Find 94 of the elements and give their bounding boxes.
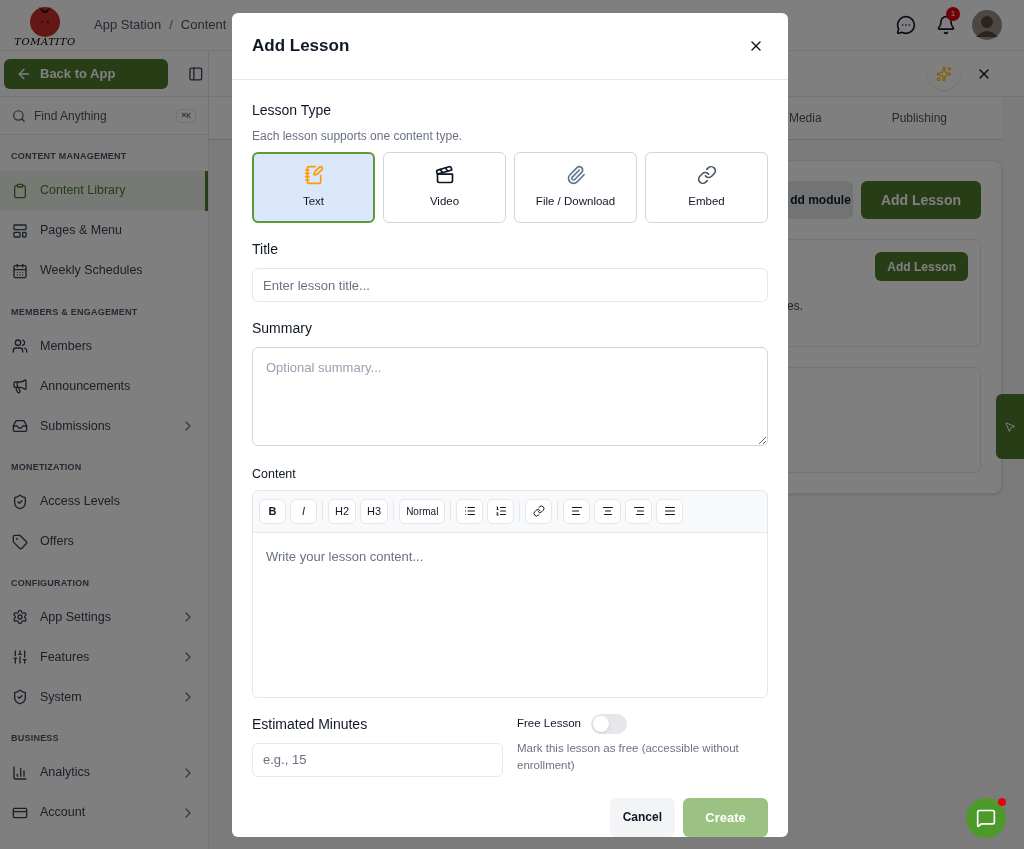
shield-icon — [12, 689, 28, 705]
field-label: Lesson Type — [252, 101, 333, 120]
sidebar-item[interactable]: Weekly Schedules — [0, 250, 208, 291]
sidebar-item[interactable]: Content Library — [0, 170, 208, 211]
sidebar-toggle-icon[interactable] — [188, 65, 204, 82]
bar-chart-icon — [12, 764, 28, 781]
breadcrumb-link[interactable]: Content — [180, 15, 227, 35]
shortcut-key: ⌘K — [176, 108, 196, 123]
toggle-label: Free Lesson — [517, 716, 581, 732]
sidebar-item[interactable]: Offers — [0, 521, 208, 562]
bold-button[interactable]: B — [259, 498, 286, 524]
format-button[interactable]: Normal — [399, 498, 446, 524]
numbered-list-button[interactable] — [487, 498, 515, 524]
content-editor[interactable]: B I H2 H3 Normal Write your lesson content... — [252, 489, 768, 698]
back-button[interactable]: Back to App — [4, 58, 169, 89]
numbered-list-icon — [494, 505, 507, 518]
search-placeholder: Find Anything — [34, 107, 108, 125]
field-label: Content — [252, 466, 297, 483]
sidebar-item[interactable]: Announcements — [0, 366, 208, 406]
avatar[interactable] — [972, 10, 1002, 40]
free-lesson-toggle[interactable] — [590, 713, 627, 734]
section-heading: CONTENT MANAGEMENT — [10, 150, 128, 163]
logo-text: TOMATITO — [14, 37, 76, 47]
search-field[interactable]: Find Anything ⌘K — [0, 97, 208, 135]
sidebar-item[interactable]: Features — [0, 637, 208, 677]
cursor-icon — [1004, 420, 1016, 433]
search-icon — [12, 108, 26, 123]
section-heading: MEMBERS & ENGAGEMENT — [10, 305, 139, 319]
link-icon — [532, 505, 545, 518]
add-lesson-button[interactable]: Add Lesson — [860, 181, 981, 219]
align-center-icon — [601, 505, 614, 518]
summary-field[interactable]: Optional summary... — [252, 347, 768, 446]
shield-icon — [12, 493, 28, 510]
bell-icon[interactable] — [936, 15, 956, 35]
title-field[interactable]: Enter lesson title... — [252, 268, 768, 302]
align-right-button[interactable] — [625, 498, 653, 524]
layout-icon — [12, 222, 28, 239]
megaphone-icon — [12, 378, 28, 394]
link-icon — [696, 164, 717, 185]
inbox-icon — [12, 418, 28, 434]
bullet-list-button[interactable] — [456, 498, 484, 524]
sparkle-icon — [936, 65, 952, 82]
sidebar-item[interactable]: Submissions — [0, 406, 208, 446]
add-lesson-button[interactable]: Add Lesson — [875, 252, 968, 281]
calendar-icon — [12, 262, 28, 279]
minutes-field[interactable]: e.g., 15 — [252, 742, 503, 777]
paperclip-icon — [565, 164, 586, 185]
field-label: Title — [252, 240, 279, 259]
link-button[interactable] — [525, 498, 553, 524]
tag-icon — [12, 533, 28, 550]
section-heading: MONETIZATION — [10, 461, 83, 474]
breadcrumb-separator: / — [169, 16, 173, 35]
format-button[interactable]: H3 — [360, 498, 389, 524]
bullet-list-icon — [463, 505, 476, 518]
sidebar-item[interactable]: System — [0, 677, 208, 717]
clapperboard-icon — [434, 164, 455, 185]
lesson-type-option[interactable]: File / Download — [514, 152, 637, 223]
clipboard-icon — [12, 182, 28, 199]
sliders-icon — [12, 649, 28, 665]
sidebar-item[interactable]: Account — [0, 792, 208, 833]
sidebar-item[interactable]: Analytics — [0, 752, 208, 793]
section-heading: CONFIGURATION — [10, 576, 91, 590]
settings-icon — [12, 609, 28, 625]
sidebar-item[interactable]: App Settings — [0, 597, 208, 637]
lesson-type-option[interactable]: Embed — [645, 152, 768, 223]
section-heading: BUSINESS — [10, 732, 60, 745]
tab[interactable]: Publishing — [891, 109, 947, 127]
chat-icon — [976, 808, 996, 828]
align-left-button[interactable] — [563, 498, 591, 524]
sidebar-item[interactable]: Pages & Menu — [0, 210, 208, 251]
cancel-button[interactable]: Cancel — [609, 797, 675, 837]
toggle-description: Mark this lesson as free (accessible without enrollment) — [517, 740, 740, 773]
align-right-icon — [632, 505, 645, 518]
field-label: Summary — [252, 319, 313, 338]
notification-badge: 1 — [946, 7, 960, 21]
dialog-title: Add Lesson — [252, 35, 351, 58]
lesson-type-option[interactable]: Text — [252, 152, 375, 223]
justify-button[interactable] — [656, 498, 684, 524]
format-button[interactable]: H2 — [328, 498, 357, 524]
chat-icon[interactable] — [896, 15, 916, 35]
breadcrumb-link[interactable]: App Station — [94, 15, 162, 35]
people-icon — [12, 338, 28, 354]
sidebar-item[interactable]: Access Levels — [0, 481, 208, 522]
module-description: es. — [787, 298, 804, 315]
italic-button[interactable]: I — [290, 498, 317, 524]
align-center-button[interactable] — [594, 498, 622, 524]
align-left-icon — [570, 505, 583, 518]
lesson-type-option[interactable]: Video — [383, 152, 506, 223]
sidebar-item[interactable]: Members — [0, 326, 208, 366]
field-label: Estimated Minutes — [252, 714, 369, 734]
tab[interactable]: Media — [788, 109, 822, 127]
notepad-pencil-icon — [303, 164, 324, 185]
field-hint: Each lesson supports one content type. — [252, 128, 464, 145]
justify-icon — [663, 505, 676, 518]
